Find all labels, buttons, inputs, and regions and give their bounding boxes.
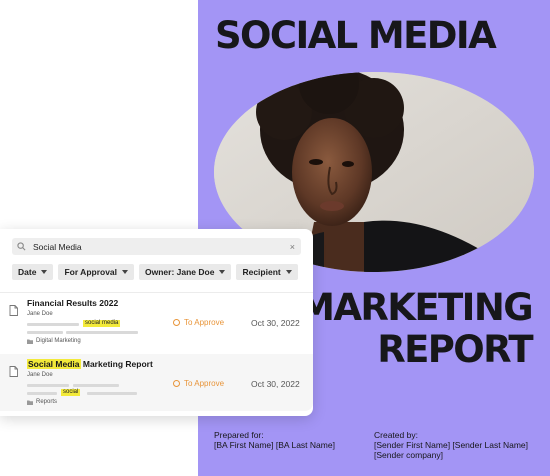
result-date: Oct 30, 2022 [251,318,300,328]
status-label: To Approve [184,318,225,327]
chevron-down-icon [122,270,129,274]
created-by-block: Created by: [Sender First Name] [Sender … [374,430,528,460]
text-placeholder-bar [27,384,69,387]
created-by-company: [Sender company] [374,450,443,460]
result-folder: Reports [27,399,57,405]
chevron-down-icon [219,270,226,274]
prepared-for-value: [BA First Name] [BA Last Name] [214,440,335,450]
text-placeholder-bar [27,331,63,334]
text-placeholder-bar [87,392,137,395]
text-placeholder-bar [66,331,138,334]
status-badge: To Approve [173,379,224,388]
filter-approval[interactable]: For Approval [58,264,135,280]
chevron-down-icon [285,270,292,274]
created-by-label: Created by: [374,430,418,440]
text-placeholder-bar [27,323,79,326]
filter-recipient[interactable]: Recipient [236,264,298,280]
folder-icon [27,400,33,405]
filter-date[interactable]: Date [12,264,54,280]
cover-subtitle-line1: MARKETING [298,286,533,329]
folder-icon [27,339,33,344]
clear-search-icon[interactable]: × [290,242,295,252]
cover-title: SOCIAL MEDIA [215,14,497,57]
status-label: To Approve [184,379,225,388]
chevron-down-icon [41,270,48,274]
result-folder: Digital Marketing [27,338,81,344]
result-row[interactable]: Financial Results 2022 Jane Doe social m… [0,293,313,350]
filter-bar: Date For Approval Owner: Jane Doe Recipi… [12,264,298,280]
result-tag: social media [83,320,121,327]
cover-subtitle-line2: REPORT [377,328,533,371]
result-title: Financial Results 2022 [27,298,119,308]
text-placeholder-bar [73,384,119,387]
search-panel: Social Media × Date For Approval Owner: … [0,229,313,416]
prepared-for-block: Prepared for: [BA First Name] [BA Last N… [214,430,335,450]
result-owner: Jane Doe [27,372,53,378]
text-placeholder-bar [27,392,57,395]
result-tag: social [61,389,81,396]
prepared-for-label: Prepared for: [214,430,264,440]
result-folder-name: Digital Marketing [36,338,81,344]
result-title: Social Media Marketing Report [27,359,153,369]
filter-owner[interactable]: Owner: Jane Doe [139,264,232,280]
pending-icon [173,319,180,326]
title-rest: Marketing Report [82,359,153,369]
created-by-name: [Sender First Name] [Sender Last Name] [374,440,529,450]
search-input[interactable]: Social Media × [12,238,301,255]
result-owner: Jane Doe [27,311,53,317]
search-icon [17,241,29,253]
result-date: Oct 30, 2022 [251,379,300,389]
result-row[interactable]: Social Media Marketing Report Jane Doe s… [0,354,313,411]
filter-recipient-label: Recipient [242,267,281,277]
status-badge: To Approve [173,318,224,327]
result-folder-name: Reports [36,399,58,405]
title-highlight: Social Media [27,359,81,369]
filter-owner-label: Owner: Jane Doe [145,267,215,277]
filter-approval-label: For Approval [64,267,118,277]
document-icon [9,303,18,321]
document-icon [9,364,18,382]
search-query: Social Media [33,241,82,252]
filter-date-label: Date [18,267,37,277]
pending-icon [173,380,180,387]
